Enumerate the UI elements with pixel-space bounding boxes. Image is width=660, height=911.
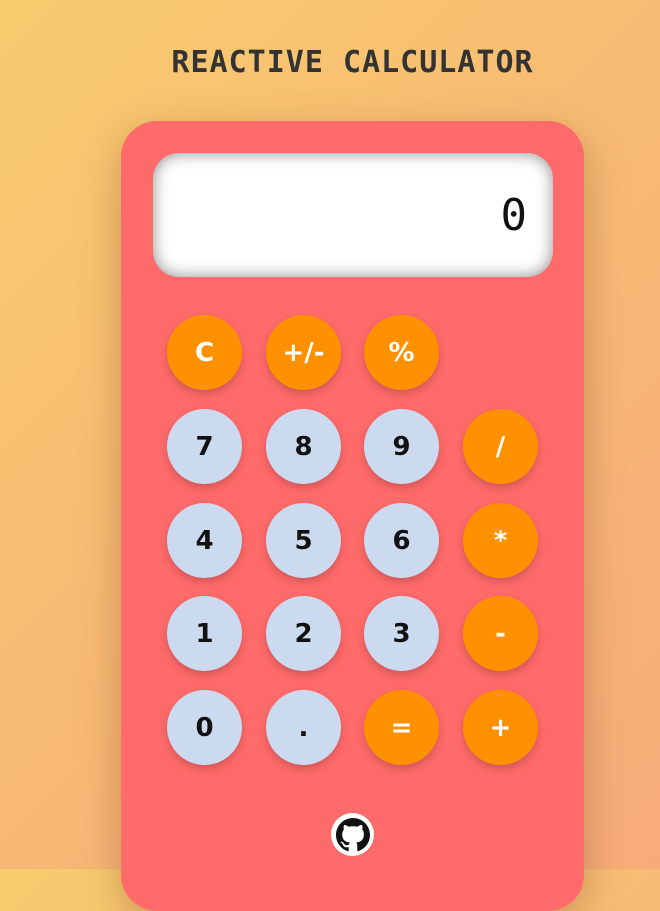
digit-5-button[interactable]: 5 (266, 503, 341, 578)
digit-0-button[interactable]: 0 (167, 690, 242, 765)
calculator: 0 C +/- % 7 8 9 / 4 5 6 * 1 2 3 - 0 . = … (121, 121, 584, 911)
add-button[interactable]: + (463, 690, 538, 765)
subtract-button[interactable]: - (463, 596, 538, 671)
github-link[interactable] (331, 813, 374, 856)
display-value: 0 (500, 189, 528, 241)
toggle-sign-button[interactable]: +/- (266, 315, 341, 390)
digit-4-button[interactable]: 4 (167, 503, 242, 578)
equals-button[interactable]: = (364, 690, 439, 765)
digit-1-button[interactable]: 1 (167, 596, 242, 671)
digit-3-button[interactable]: 3 (364, 596, 439, 671)
decimal-button[interactable]: . (266, 690, 341, 765)
page-title: REACTIVE CALCULATOR (171, 45, 534, 80)
digit-7-button[interactable]: 7 (167, 409, 242, 484)
display: 0 (153, 153, 553, 277)
digit-8-button[interactable]: 8 (266, 409, 341, 484)
digit-2-button[interactable]: 2 (266, 596, 341, 671)
divide-button[interactable]: / (463, 409, 538, 484)
digit-6-button[interactable]: 6 (364, 503, 439, 578)
digit-9-button[interactable]: 9 (364, 409, 439, 484)
github-icon (335, 817, 370, 851)
percent-button[interactable]: % (364, 315, 439, 390)
multiply-button[interactable]: * (463, 503, 538, 578)
clear-button[interactable]: C (167, 315, 242, 390)
